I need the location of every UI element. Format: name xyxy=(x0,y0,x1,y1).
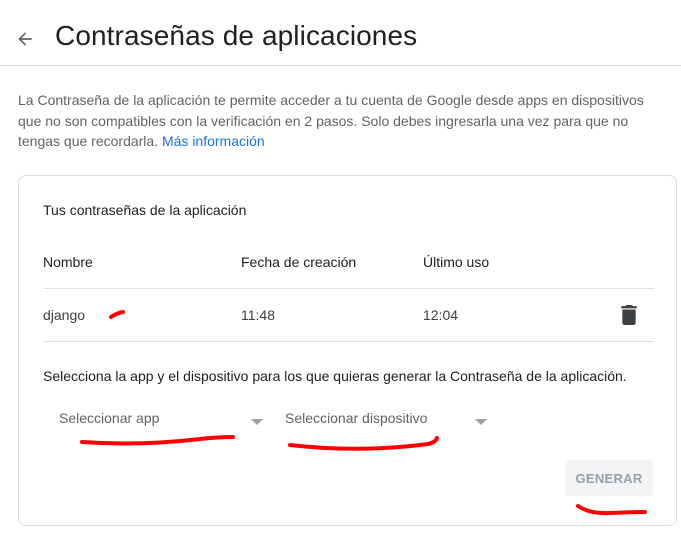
select-app-label: Seleccionar app xyxy=(59,410,160,426)
generate-instruction: Selecciona la app y el dispositivo para … xyxy=(43,368,627,384)
dropdown-arrow-icon xyxy=(251,419,263,425)
back-button[interactable] xyxy=(10,24,40,54)
app-password-name: django xyxy=(43,307,86,323)
column-header-name: Nombre xyxy=(43,254,93,270)
generate-button[interactable]: GENERAR xyxy=(565,460,653,496)
delete-password-button[interactable] xyxy=(618,303,640,327)
card-title: Tus contraseñas de la aplicación xyxy=(43,202,247,218)
page-title: Contraseñas de aplicaciones xyxy=(55,20,418,51)
page-header: Contraseñas de aplicaciones xyxy=(0,0,681,66)
trash-icon xyxy=(621,305,637,325)
column-header-last-used: Último uso xyxy=(423,254,490,270)
intro-body: La Contraseña de la aplicación te permit… xyxy=(18,92,644,149)
learn-more-link[interactable]: Más información xyxy=(162,133,265,149)
column-header-created: Fecha de creación xyxy=(241,254,357,270)
app-password-created: 11:48 xyxy=(241,307,275,323)
app-password-last-used: 12:04 xyxy=(423,307,459,323)
arrow-back-icon xyxy=(18,32,32,46)
intro-text: La Contraseña de la aplicación te permit… xyxy=(18,90,668,152)
table-divider xyxy=(43,341,654,342)
select-app-dropdown[interactable]: Seleccionar app xyxy=(43,404,269,436)
app-passwords-card: Tus contraseñas de la aplicación Nombre … xyxy=(18,175,677,526)
table-divider xyxy=(43,288,654,289)
dropdown-arrow-icon xyxy=(475,419,487,425)
select-device-dropdown[interactable]: Seleccionar dispositivo xyxy=(269,404,495,436)
select-device-label: Seleccionar dispositivo xyxy=(285,410,428,426)
